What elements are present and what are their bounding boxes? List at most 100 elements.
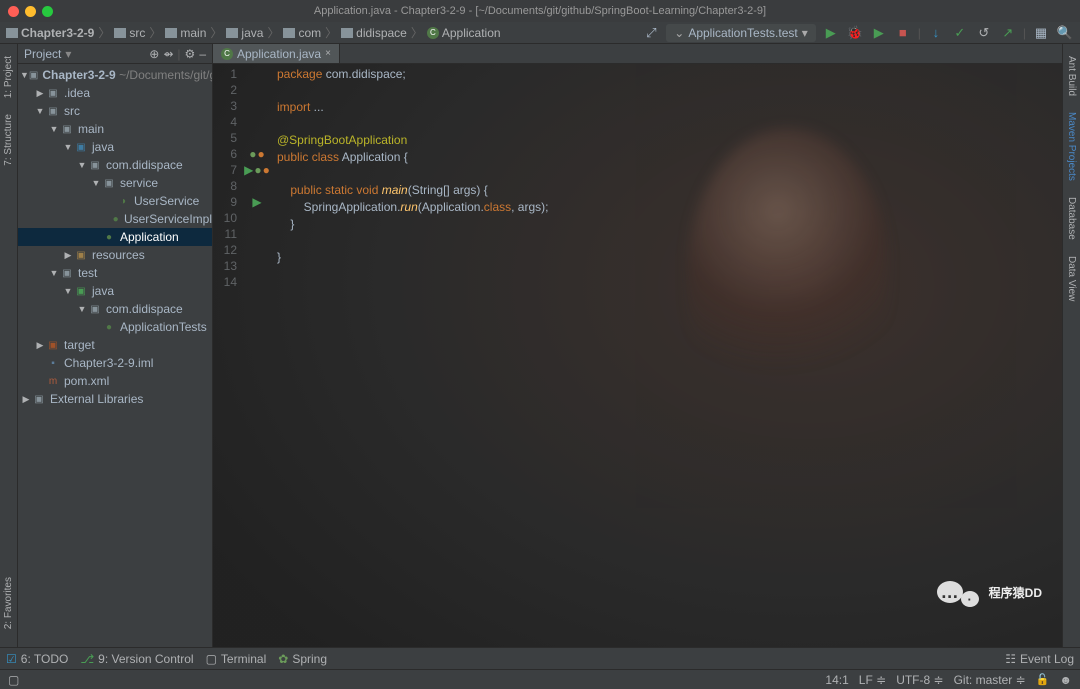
tool-window-quick-access[interactable]: ▢ xyxy=(8,673,19,687)
breadcrumb-item[interactable]: java xyxy=(226,26,263,40)
right-tool-stripe: Ant Build Maven Projects Database Data V… xyxy=(1062,44,1080,647)
tab-ant[interactable]: Ant Build xyxy=(1064,50,1079,102)
spring-bean-gutter-icon[interactable]: ●● xyxy=(243,146,271,162)
breadcrumb-item[interactable]: com xyxy=(283,26,321,40)
line-number: 14 xyxy=(213,274,237,290)
run-gutter-icon[interactable]: ▶ xyxy=(243,194,271,210)
project-tree[interactable]: ▼▣Chapter3-2-9 ~/Documents/git/githu ▶▣.… xyxy=(18,64,212,647)
gear-icon[interactable]: ⚙ xyxy=(185,47,196,61)
caret-position[interactable]: 14:1 xyxy=(825,673,848,687)
breadcrumb-label: Chapter3-2-9 xyxy=(21,26,94,40)
tab-dataview[interactable]: Data View xyxy=(1064,250,1079,307)
code-text: { xyxy=(400,150,407,164)
tree-node-iml[interactable]: ▪ Chapter3-2-9.iml xyxy=(18,354,212,372)
file-encoding[interactable]: UTF-8 ≑ xyxy=(896,673,943,687)
line-number: 11 xyxy=(213,226,237,242)
tree-node-service[interactable]: ▼▣service xyxy=(18,174,212,192)
tab-todo[interactable]: ☑6: TODO xyxy=(6,652,68,666)
readonly-lock-icon[interactable]: 🔓 xyxy=(1036,673,1050,687)
tree-node-main[interactable]: ▼▣main xyxy=(18,120,212,138)
tab-terminal[interactable]: ▢Terminal xyxy=(206,652,267,666)
collapse-icon[interactable]: ⇴ xyxy=(163,47,173,61)
window-maximize[interactable] xyxy=(42,6,53,17)
editor-tab[interactable]: C Application.java × xyxy=(213,44,340,63)
breadcrumb-item[interactable]: didispace xyxy=(341,26,407,40)
code-text: public static void xyxy=(277,183,382,197)
code-editor[interactable]: package com.didispace; import ... @Sprin… xyxy=(271,64,1062,647)
tree-node-java[interactable]: ▼▣java xyxy=(18,138,212,156)
class-icon: ● xyxy=(102,320,116,334)
class-icon: ● xyxy=(111,212,120,226)
folder-icon xyxy=(165,28,177,38)
tree-hint: ~/Documents/git/githu xyxy=(119,68,212,82)
breadcrumb-sep: 〉 xyxy=(210,24,222,41)
hide-icon[interactable]: ‒ xyxy=(199,47,206,61)
stop-button[interactable]: ■ xyxy=(894,24,912,42)
build-icon[interactable]: ⤢ xyxy=(642,24,660,42)
code-text: Application xyxy=(342,150,401,164)
debug-button[interactable]: 🐞 xyxy=(846,24,864,42)
tree-node-userserviceimpl[interactable]: ● UserServiceImpl xyxy=(18,210,212,228)
vcs-update-icon[interactable]: ↓ xyxy=(927,24,945,42)
tree-root[interactable]: ▼▣Chapter3-2-9 ~/Documents/git/githu xyxy=(18,66,212,84)
tree-node-apptests[interactable]: ● ApplicationTests xyxy=(18,318,212,336)
tree-node-test[interactable]: ▼▣test xyxy=(18,264,212,282)
tree-label: ApplicationTests xyxy=(120,320,207,334)
tree-label: UserServiceImpl xyxy=(124,212,212,226)
module-file-icon: ▪ xyxy=(46,356,60,370)
window-title: Application.java - Chapter3-2-9 - [~/Doc… xyxy=(314,5,766,17)
breadcrumb-label: java xyxy=(241,26,263,40)
tree-node-pom[interactable]: mpom.xml xyxy=(18,372,212,390)
tree-label: pom.xml xyxy=(64,374,109,388)
tree-node-src[interactable]: ▼▣src xyxy=(18,102,212,120)
tab-maven[interactable]: Maven Projects xyxy=(1064,106,1079,187)
tree-node-test-java[interactable]: ▼▣java xyxy=(18,282,212,300)
event-log[interactable]: ☷Event Log xyxy=(1005,652,1074,666)
tab-version-control[interactable]: ⎇9: Version Control xyxy=(80,652,193,666)
breadcrumb-item[interactable]: CApplication xyxy=(427,26,501,40)
tab-structure[interactable]: 7: Structure xyxy=(1,108,16,172)
line-number: 5 xyxy=(213,130,237,146)
run-gutter-icon[interactable]: ▶●● xyxy=(243,162,271,178)
run-config-dropdown[interactable]: ⌄ ApplicationTests.test ▾ xyxy=(666,24,815,42)
tab-spring[interactable]: ✿Spring xyxy=(278,652,327,666)
tree-node-extlibs[interactable]: ▶▣External Libraries xyxy=(18,390,212,408)
search-icon[interactable]: 🔍 xyxy=(1056,24,1074,42)
vcs-push-icon[interactable]: ↗ xyxy=(999,24,1017,42)
tree-label: Chapter3-2-9.iml xyxy=(64,356,153,370)
window-close[interactable] xyxy=(8,6,19,17)
breadcrumb-item[interactable]: main xyxy=(165,26,206,40)
run-button[interactable]: ▶ xyxy=(822,24,840,42)
structure-icon[interactable]: ▦ xyxy=(1032,24,1050,42)
code-text: main xyxy=(382,183,408,197)
bottom-label: 6: TODO xyxy=(21,652,69,666)
line-number: 7 xyxy=(213,162,237,178)
tree-node-package[interactable]: ▼▣com.didispace xyxy=(18,156,212,174)
code-text: run xyxy=(400,200,417,214)
window-minimize[interactable] xyxy=(25,6,36,17)
close-tab-icon[interactable]: × xyxy=(325,48,331,59)
folder-icon: ▣ xyxy=(46,86,60,100)
tree-node-target[interactable]: ▶▣target xyxy=(18,336,212,354)
package-icon: ▣ xyxy=(102,176,116,190)
tree-node-userservice[interactable]: ◑UserService xyxy=(18,192,212,210)
git-branch[interactable]: Git: master ≑ xyxy=(954,673,1026,687)
tab-database[interactable]: Database xyxy=(1064,191,1079,246)
line-separator[interactable]: LF ≑ xyxy=(859,673,886,687)
tab-favorites[interactable]: 2: Favorites xyxy=(1,571,16,635)
tree-node-application[interactable]: ●Application xyxy=(18,228,212,246)
vcs-history-icon[interactable]: ↺ xyxy=(975,24,993,42)
editor-content[interactable]: 1 2 3 4 5 6 7 8 9 10 11 12 13 14 xyxy=(213,64,1062,647)
breadcrumb-item[interactable]: Chapter3-2-9 xyxy=(6,26,94,40)
tree-node-test-pkg[interactable]: ▼▣com.didispace xyxy=(18,300,212,318)
tab-project[interactable]: 1: Project xyxy=(1,50,16,104)
tree-node-resources[interactable]: ▶▣resources xyxy=(18,246,212,264)
coverage-button[interactable]: ▶ xyxy=(870,24,888,42)
breadcrumb-item[interactable]: src xyxy=(114,26,145,40)
vcs-commit-icon[interactable]: ✓ xyxy=(951,24,969,42)
tree-node-idea[interactable]: ▶▣.idea xyxy=(18,84,212,102)
project-tool-window: Project ▾ ⊕ ⇴ | ⚙ ‒ ▼▣Chapter3-2-9 ~/Doc… xyxy=(18,44,213,647)
locate-icon[interactable]: ⊕ xyxy=(149,47,159,61)
hector-icon[interactable]: ☻ xyxy=(1059,673,1072,687)
libraries-icon: ▣ xyxy=(32,392,46,406)
